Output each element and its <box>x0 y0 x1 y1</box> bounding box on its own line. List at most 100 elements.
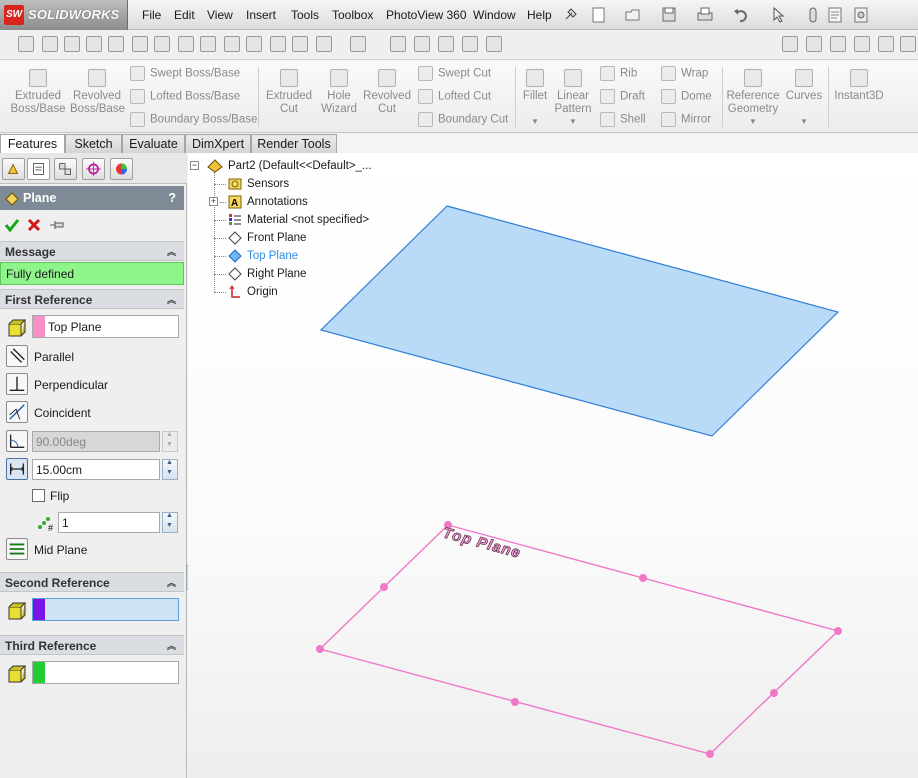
rebuild-icon[interactable] <box>804 5 822 25</box>
plane-handle[interactable] <box>639 574 647 582</box>
linear-pattern-button[interactable]: Linear Pattern <box>553 69 593 116</box>
undo-icon[interactable] <box>732 5 750 25</box>
revolved-cut-button[interactable]: Revolved Cut <box>362 69 412 116</box>
flow-icon[interactable] <box>486 36 502 52</box>
design-check-icon[interactable] <box>462 36 478 52</box>
sustainability-icon[interactable] <box>438 36 454 52</box>
menu-toolbox[interactable]: Toolbox <box>332 8 373 22</box>
perpendicular-icon[interactable] <box>6 373 28 395</box>
view-extrude-icon[interactable] <box>830 36 846 52</box>
parallel-icon[interactable] <box>6 345 28 367</box>
costing-icon[interactable] <box>414 36 430 52</box>
extruded-boss-button[interactable]: Extruded Boss/Base <box>8 69 68 116</box>
measure-icon[interactable] <box>42 36 58 52</box>
first-reference-section-header[interactable]: First Reference ︽ <box>0 289 184 309</box>
plane-handle[interactable] <box>316 645 324 653</box>
compare-icon[interactable] <box>350 36 366 52</box>
number-of-planes-spinner[interactable] <box>162 512 178 533</box>
boundary-boss-button[interactable]: Boundary Boss/Base <box>130 112 257 127</box>
top-plane-reference-outline[interactable] <box>318 524 840 755</box>
keep-visible-pushpin-icon[interactable] <box>48 216 68 234</box>
new-plane-preview[interactable] <box>319 205 840 437</box>
collapse-chevron-icon[interactable]: ︽ <box>167 245 176 258</box>
swept-boss-button[interactable]: Swept Boss/Base <box>130 66 240 81</box>
number-of-planes-input[interactable]: 1 <box>58 512 160 533</box>
plane-handle[interactable] <box>380 583 388 591</box>
view-cube-icon[interactable] <box>900 36 916 52</box>
graphics-area[interactable]: − Part2 (Default<<Default>_... Sensors +… <box>188 153 918 778</box>
offset-distance-input[interactable]: 15.00cm <box>32 459 160 480</box>
select-arrow-icon[interactable] <box>770 5 788 25</box>
undercut-icon[interactable] <box>246 36 262 52</box>
collapse-chevron-icon[interactable]: ︽ <box>167 639 176 652</box>
collapse-chevron-icon[interactable]: ︽ <box>167 293 176 306</box>
angle-icon[interactable] <box>6 430 28 452</box>
menu-tools[interactable]: Tools <box>291 8 319 22</box>
tab-evaluate[interactable]: Evaluate <box>122 134 185 153</box>
menu-edit[interactable]: Edit <box>174 8 195 22</box>
plane-handle[interactable] <box>706 750 714 758</box>
third-reference-section-header[interactable]: Third Reference ︽ <box>0 635 184 655</box>
offset-distance-icon[interactable] <box>6 458 28 480</box>
wrap-button[interactable]: Wrap <box>661 66 708 81</box>
view-diamond-icon[interactable] <box>878 36 894 52</box>
curves-dropdown-icon[interactable]: ▼ <box>800 117 808 126</box>
linear-pattern-dropdown-icon[interactable]: ▼ <box>569 117 577 126</box>
menu-view[interactable]: View <box>207 8 233 22</box>
draft-button[interactable]: Draft <box>600 89 645 104</box>
solidworks-logo[interactable]: SW SOLIDWORKS <box>0 0 128 30</box>
file-properties-icon[interactable] <box>826 5 844 25</box>
check-icon[interactable] <box>154 36 170 52</box>
mirror-button[interactable]: Mirror <box>661 112 711 127</box>
equations-icon[interactable] <box>200 36 216 52</box>
spell-check-icon[interactable] <box>18 36 34 52</box>
rib-button[interactable]: Rib <box>600 66 637 81</box>
tab-features[interactable]: Features <box>0 134 65 153</box>
tab-dimxpert[interactable]: DimXpert <box>185 134 251 153</box>
fillet-dropdown-icon[interactable]: ▼ <box>531 117 539 126</box>
view-pattern-icon[interactable] <box>854 36 870 52</box>
reference-geometry-dropdown-icon[interactable]: ▼ <box>749 117 757 126</box>
geometry-analysis-icon[interactable] <box>178 36 194 52</box>
thickness-icon[interactable] <box>292 36 308 52</box>
offset-distance-spinner[interactable] <box>162 459 178 480</box>
ok-checkmark-icon[interactable] <box>4 217 20 233</box>
tab-render-tools[interactable]: Render Tools <box>251 134 337 153</box>
flip-checkbox[interactable] <box>32 489 45 502</box>
first-reference-selection-box[interactable]: Top Plane <box>32 315 179 338</box>
revolved-boss-button[interactable]: Revolved Boss/Base <box>70 69 125 116</box>
collapse-chevron-icon[interactable]: ︽ <box>167 576 176 589</box>
mass-properties-icon[interactable] <box>64 36 80 52</box>
menu-insert[interactable]: Insert <box>246 8 276 22</box>
print-icon[interactable] <box>696 5 714 25</box>
save-icon[interactable] <box>660 5 678 25</box>
plane-handle[interactable] <box>511 698 519 706</box>
cancel-x-icon[interactable] <box>26 217 42 233</box>
section-properties-icon[interactable] <box>86 36 102 52</box>
simulation-icon[interactable] <box>390 36 406 52</box>
symmetry-check-icon[interactable] <box>316 36 332 52</box>
swept-cut-button[interactable]: Swept Cut <box>418 66 491 81</box>
display-manager-tab-icon[interactable] <box>110 158 133 180</box>
fillet-button[interactable]: Fillet <box>518 69 552 103</box>
pin-icon[interactable] <box>562 5 580 25</box>
dome-button[interactable]: Dome <box>661 89 712 104</box>
options-icon[interactable] <box>852 5 870 25</box>
coincident-icon[interactable] <box>6 401 28 423</box>
message-section-header[interactable]: Message ︽ <box>0 241 184 261</box>
third-reference-selection-box[interactable] <box>32 661 179 684</box>
new-document-icon[interactable] <box>590 5 608 25</box>
angle-input[interactable]: 90.00deg <box>32 431 160 452</box>
menu-window[interactable]: Window <box>473 8 516 22</box>
menu-help[interactable]: Help <box>527 8 552 22</box>
statistics-icon[interactable] <box>132 36 148 52</box>
hole-wizard-button[interactable]: Hole Wizard <box>318 69 360 116</box>
lofted-cut-button[interactable]: Lofted Cut <box>418 89 491 104</box>
view-box-icon[interactable] <box>806 36 822 52</box>
dimxpert-manager-tab-icon[interactable] <box>82 158 105 180</box>
shell-button[interactable]: Shell <box>600 112 646 127</box>
sensor-icon[interactable] <box>108 36 124 52</box>
instant3d-button[interactable]: Instant3D <box>832 69 886 103</box>
help-icon[interactable]: ? <box>168 191 176 205</box>
tab-sketch[interactable]: Sketch <box>65 134 122 153</box>
